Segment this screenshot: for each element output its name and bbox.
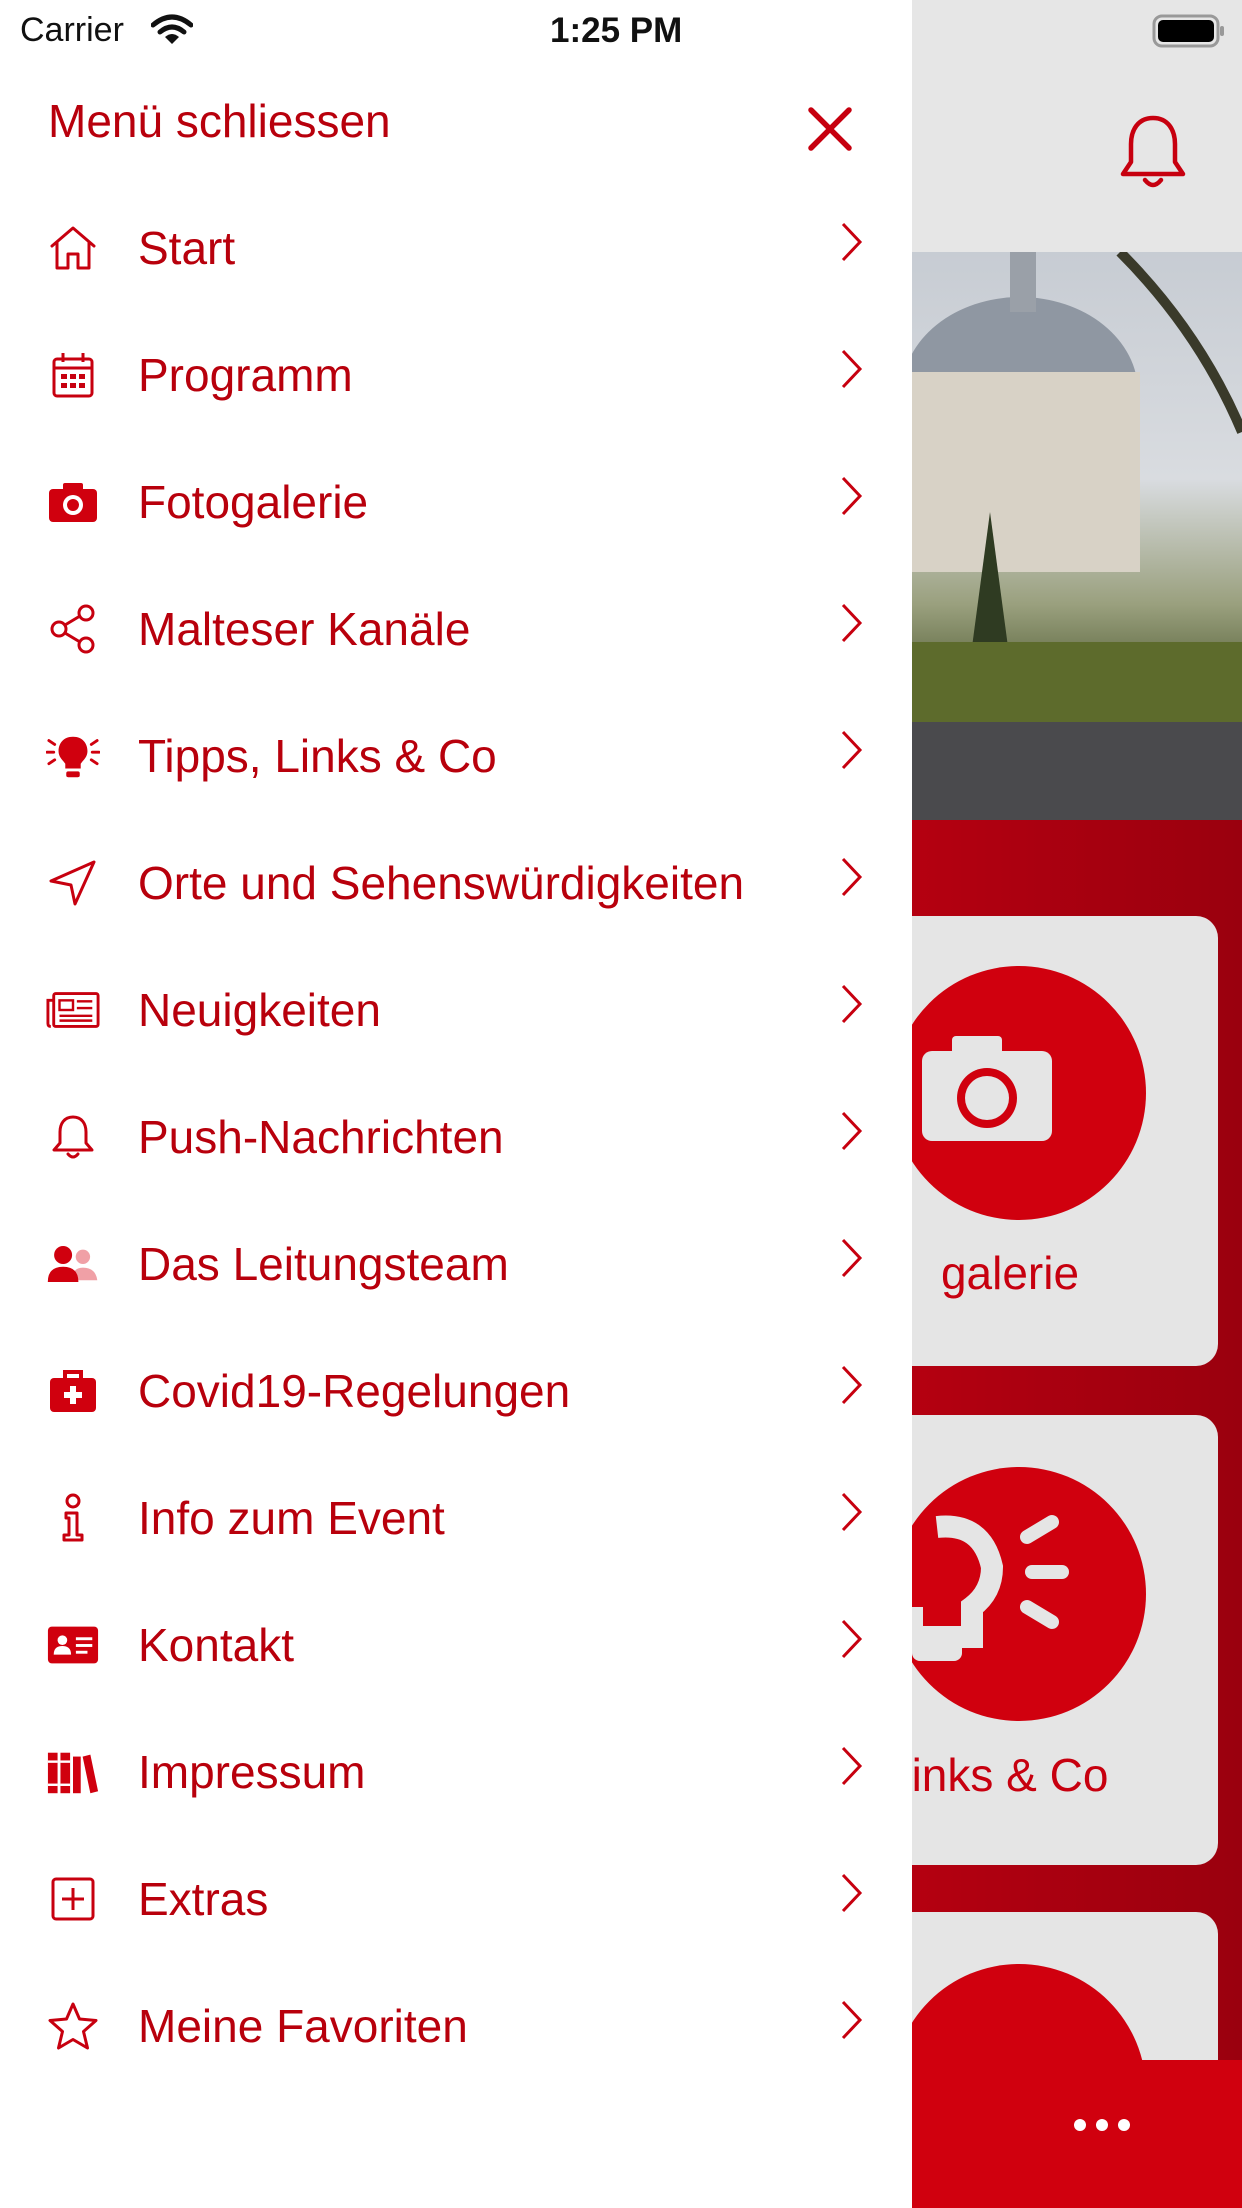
menu-item-push-nachrichten[interactable]: Push-Nachrichten — [0, 1074, 912, 1201]
notifications-bell-icon[interactable] — [1118, 112, 1188, 192]
info-icon — [46, 1493, 100, 1543]
location-arrow-icon — [46, 858, 100, 908]
books-icon — [46, 1747, 100, 1797]
menu-item-label: Extras — [138, 1873, 269, 1925]
wifi-icon — [151, 14, 193, 46]
menu-item-label: Push-Nachrichten — [138, 1111, 504, 1163]
menu-item-leitungsteam[interactable]: Das Leitungsteam — [0, 1201, 912, 1328]
more-dots-icon[interactable] — [1070, 2110, 1134, 2140]
tile-lightbulb-icon — [892, 1467, 1146, 1721]
menu-item-label: Covid19-Regelungen — [138, 1365, 571, 1417]
medical-kit-icon — [46, 1366, 100, 1416]
menu-item-programm[interactable]: Programm — [0, 312, 912, 439]
home-icon — [46, 223, 100, 273]
chevron-right-icon — [838, 1743, 866, 1789]
menu-item-malteser-kanaele[interactable]: Malteser Kanäle — [0, 566, 912, 693]
chevron-right-icon — [838, 346, 866, 392]
menu-list: Start Programm Fotogalerie Malteser Kanä… — [0, 185, 912, 2090]
chevron-right-icon — [838, 1108, 866, 1154]
menu-item-neuigkeiten[interactable]: Neuigkeiten — [0, 947, 912, 1074]
menu-item-fotogalerie[interactable]: Fotogalerie — [0, 439, 912, 566]
chevron-right-icon — [838, 1235, 866, 1281]
chevron-right-icon — [838, 854, 866, 900]
menu-item-label: Neuigkeiten — [138, 984, 381, 1036]
menu-item-info-event[interactable]: Info zum Event — [0, 1455, 912, 1582]
menu-item-start[interactable]: Start — [0, 185, 912, 312]
clock: 1:25 PM — [550, 11, 683, 50]
menu-item-label: Start — [138, 222, 236, 274]
menu-item-label: Orte und Sehenswürdigkeiten — [138, 857, 745, 909]
chevron-right-icon — [838, 1362, 866, 1408]
chevron-right-icon — [838, 1616, 866, 1662]
users-icon — [46, 1239, 100, 1289]
menu-item-impressum[interactable]: Impressum — [0, 1709, 912, 1836]
newspaper-icon — [46, 985, 100, 1035]
close-icon[interactable] — [805, 104, 855, 154]
menu-item-label: Impressum — [138, 1746, 366, 1798]
menu-item-label: Tipps, Links & Co — [138, 730, 497, 782]
tile-camera-icon — [892, 966, 1146, 1220]
chevron-right-icon — [838, 981, 866, 1027]
menu-item-tipps[interactable]: Tipps, Links & Co — [0, 693, 912, 820]
menu-item-orte[interactable]: Orte und Sehenswürdigkeiten — [0, 820, 912, 947]
plus-square-icon — [46, 1874, 100, 1924]
menu-item-label: Fotogalerie — [138, 476, 369, 528]
side-menu-drawer: Carrier 1:25 PM Menü schliessen Start Pr… — [0, 0, 912, 2208]
lightbulb-icon — [46, 731, 100, 781]
battery-icon — [1152, 14, 1226, 48]
chevron-right-icon — [838, 727, 866, 773]
chevron-right-icon — [838, 219, 866, 265]
menu-item-label: Info zum Event — [138, 1492, 445, 1544]
star-icon — [46, 2001, 100, 2051]
chevron-right-icon — [838, 1489, 866, 1535]
menu-item-label: Meine Favoriten — [138, 2000, 468, 2052]
carrier-label: Carrier — [20, 11, 124, 49]
status-bar: Carrier 1:25 PM — [0, 0, 912, 60]
share-icon — [46, 604, 100, 654]
close-menu-label[interactable]: Menü schliessen — [48, 94, 391, 148]
bell-icon — [46, 1112, 100, 1162]
menu-item-label: Kontakt — [138, 1619, 294, 1671]
menu-item-favoriten[interactable]: Meine Favoriten — [0, 1963, 912, 2090]
calendar-icon — [46, 350, 100, 400]
chevron-right-icon — [838, 1870, 866, 1916]
camera-icon — [46, 477, 100, 527]
contact-card-icon — [46, 1620, 100, 1670]
menu-item-kontakt[interactable]: Kontakt — [0, 1582, 912, 1709]
chevron-right-icon — [838, 1997, 866, 2043]
menu-item-covid19[interactable]: Covid19-Regelungen — [0, 1328, 912, 1455]
chevron-right-icon — [838, 473, 866, 519]
menu-item-label: Das Leitungsteam — [138, 1238, 509, 1290]
menu-item-extras[interactable]: Extras — [0, 1836, 912, 1963]
menu-item-label: Programm — [138, 349, 353, 401]
menu-item-label: Malteser Kanäle — [138, 603, 471, 655]
chevron-right-icon — [838, 600, 866, 646]
